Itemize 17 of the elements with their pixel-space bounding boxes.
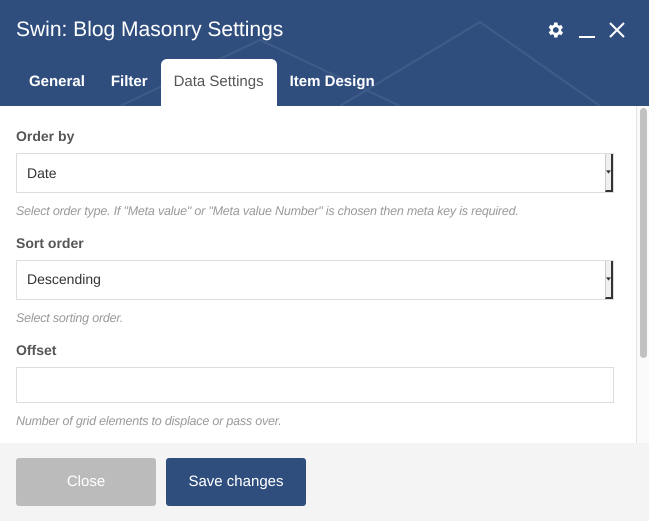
scrollbar-thumb[interactable] bbox=[640, 108, 646, 358]
field-label: Sort order bbox=[16, 234, 85, 253]
tab[interactable]: Filter bbox=[98, 59, 161, 106]
field-hint: Select order type. If "Meta value" or "Meta value Number" is chosen then meta key is required. bbox=[16, 203, 520, 220]
save-button[interactable]: Save changes bbox=[166, 458, 306, 506]
field-hint: Select sorting order. bbox=[16, 310, 124, 327]
select-field[interactable]: Descending bbox=[16, 260, 614, 300]
close-icon[interactable] bbox=[609, 22, 625, 38]
field-label: Order by bbox=[16, 127, 76, 146]
field-hint: Number of grid elements to displace or pass over. bbox=[16, 413, 283, 430]
tab[interactable]: Data Settings bbox=[160, 59, 277, 106]
window-title: Swin: Blog Masonry Settings bbox=[16, 16, 284, 43]
tab[interactable]: Item Design bbox=[276, 59, 388, 106]
tab[interactable]: General bbox=[16, 59, 98, 106]
select-field[interactable]: Date bbox=[16, 153, 614, 193]
input-field[interactable] bbox=[16, 366, 614, 404]
field-label: Offset bbox=[16, 340, 58, 360]
